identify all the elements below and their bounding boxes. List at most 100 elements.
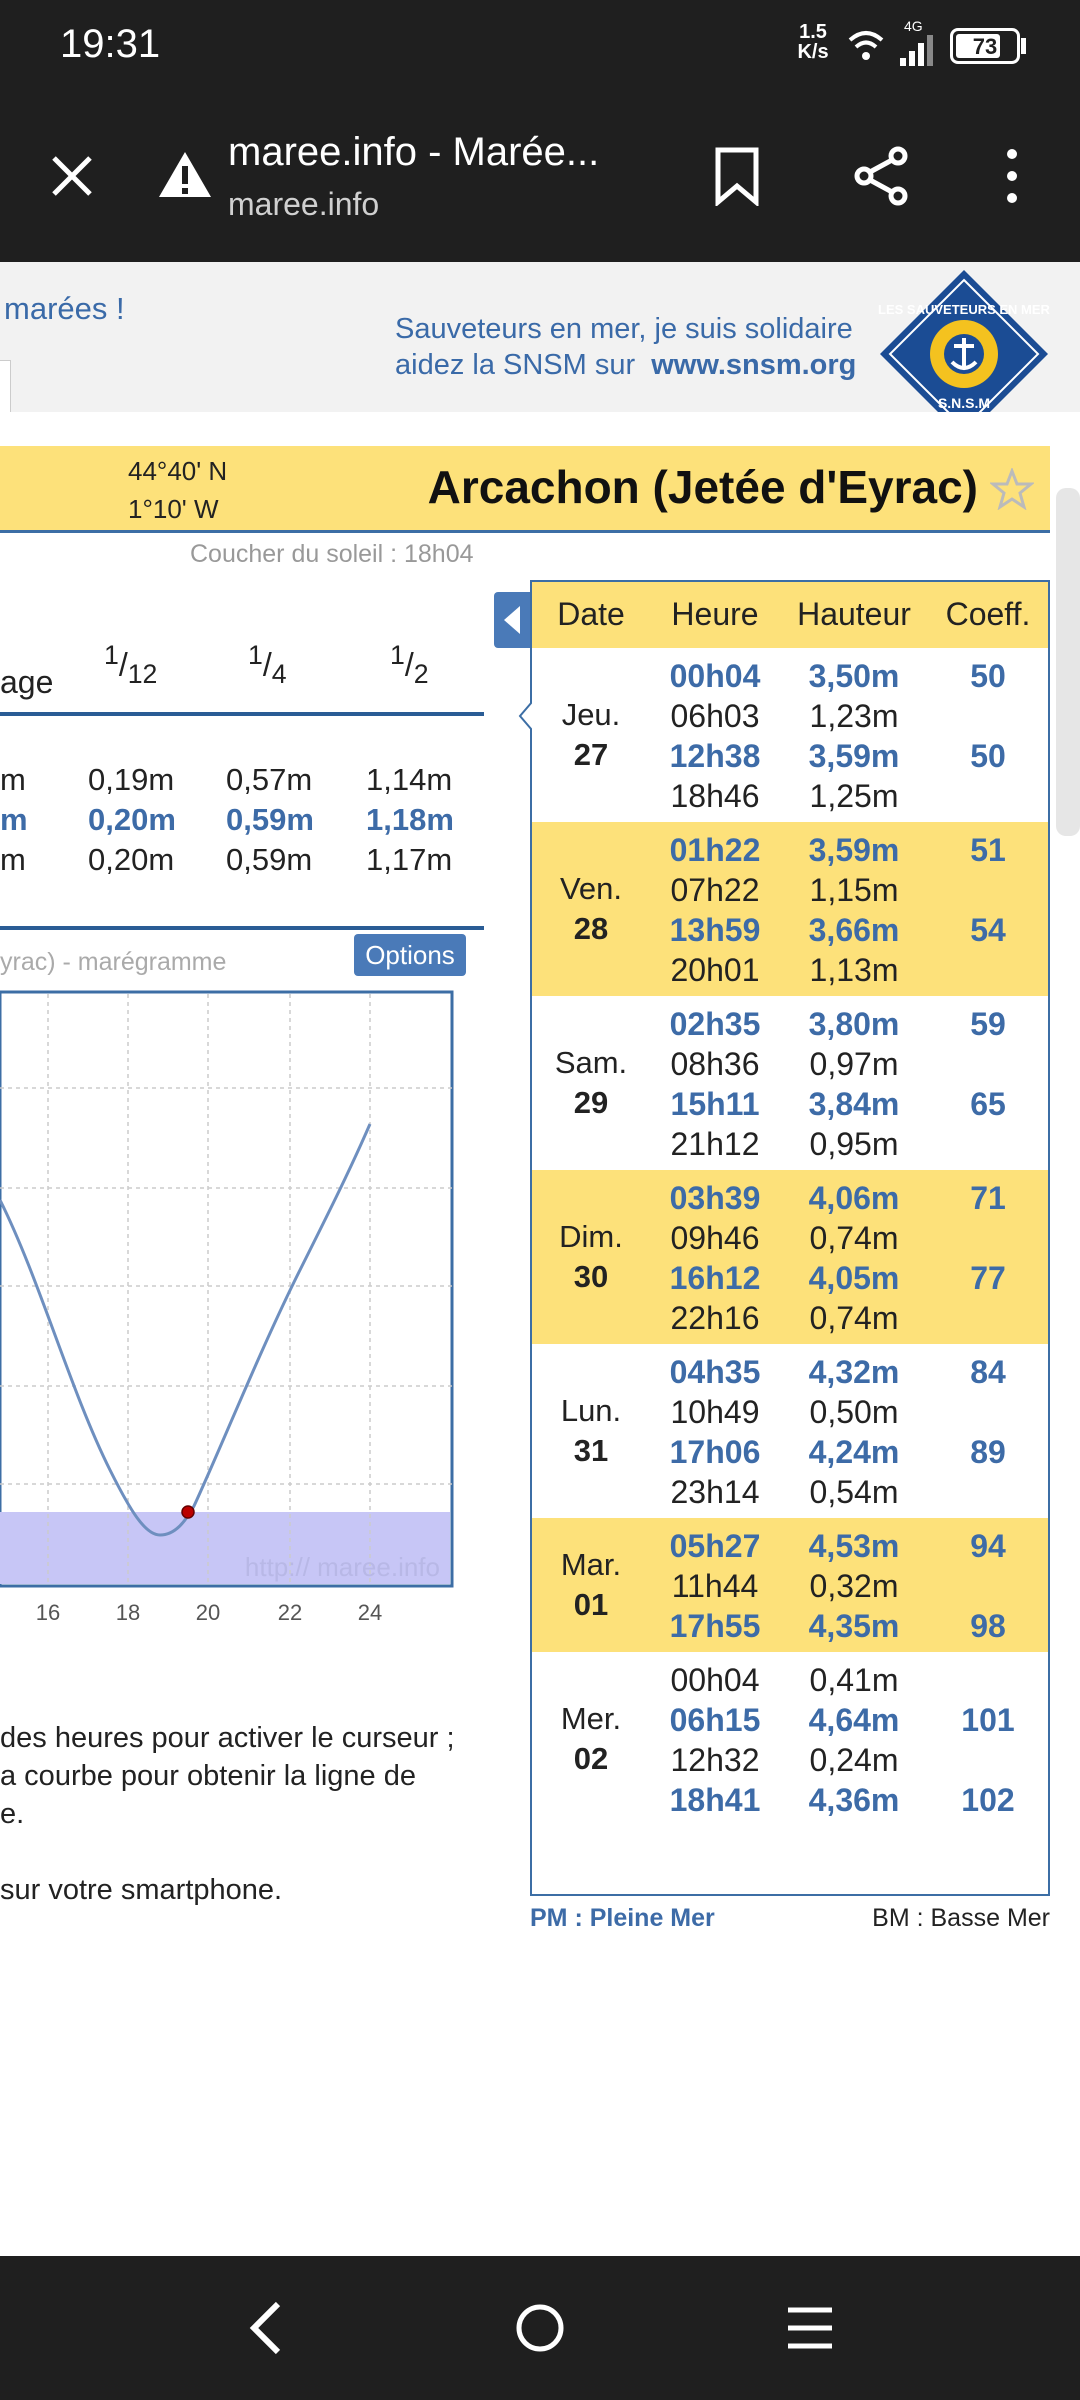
chart-frame: [0, 990, 454, 1588]
tide-time: 06h15: [669, 1702, 761, 1738]
banner-left-link[interactable]: marées !: [4, 290, 125, 328]
day-label: Jeu. 27: [561, 697, 621, 772]
bookmark-icon[interactable]: [714, 146, 760, 206]
instruction-line2: a courbe pour obtenir la ligne de: [0, 1760, 416, 1792]
tide-time: 23h14: [670, 1474, 760, 1510]
marnage-cell: 0,57m: [226, 762, 313, 797]
status-time: 19:31: [60, 22, 161, 66]
logo-text-top: LES SAUVETEURS EN MER: [878, 302, 1050, 317]
snsm-link[interactable]: www.snsm.org: [651, 349, 856, 381]
signal-icon: [900, 35, 933, 66]
marnage-cell: 0,20m: [88, 802, 176, 837]
page-scrollbar[interactable]: [1056, 488, 1080, 836]
favorite-star-icon[interactable]: [990, 468, 1034, 510]
frac-twelfth: 1/12: [104, 640, 158, 690]
header-heure: Heure: [671, 596, 759, 632]
day-block: Dim. 30 03h39 4,06m 71 09h46 0,74m 16h12 4,05m 77…: [532, 1170, 1048, 1344]
tide-coeff: 65: [970, 1086, 1006, 1122]
frac-half: 1/2: [390, 640, 429, 690]
marnage-table: m 0,19m 0,57m 1,14m m 0,20m 0,59m 1,18m m 0,20m 0,…: [0, 762, 484, 882]
tide-time: 07h22: [670, 872, 760, 908]
chart-title: yrac) - marégramme: [0, 948, 227, 976]
tide-coeff: 94: [970, 1528, 1006, 1564]
tide-height: 3,59m: [808, 832, 900, 868]
tide-table: Date Heure Hauteur Coeff. Jeu. 27 00h04 3,5…: [530, 580, 1050, 1896]
page-url[interactable]: maree.info: [228, 186, 379, 223]
tide-height: 4,53m: [808, 1528, 900, 1564]
tide-height: 0,74m: [809, 1300, 899, 1336]
warning-icon[interactable]: [156, 148, 214, 200]
x-axis-ticks: 16 18 20 22 24: [36, 1600, 382, 1625]
tide-height: 0,95m: [809, 1126, 899, 1162]
marnage-cell: m: [0, 842, 26, 877]
tide-time: 00h04: [669, 658, 761, 694]
tide-height: 1,15m: [809, 872, 899, 908]
close-tab-icon[interactable]: [48, 152, 96, 200]
instruction-line3: e.: [0, 1798, 25, 1830]
tide-time: 16h12: [669, 1260, 761, 1296]
snsm-line2: aidez la SNSM sur www.snsm.org: [395, 346, 856, 384]
location-header: 44°40' N 1°10' W Arcachon (Jetée d'Eyrac…: [0, 446, 1050, 533]
tide-time: 02h35: [669, 1006, 761, 1042]
frac-col0: age: [0, 664, 54, 700]
network-speed: 1.5 K/s: [790, 22, 836, 62]
speed-value: 1.5: [799, 21, 827, 43]
tide-chart[interactable]: http:// maree.info 16 18 20 22 24: [0, 990, 460, 1630]
tide-coeff: 50: [970, 738, 1006, 774]
tide-time: 21h12: [670, 1126, 760, 1162]
instruction-line1: des heures pour activer le curseur ;: [0, 1722, 455, 1754]
day-block: Jeu. 27 00h04 3,50m 50 06h03 1,23m 12h38 3,59m 50…: [532, 648, 1048, 822]
more-menu-icon[interactable]: [998, 146, 1026, 206]
tide-height: 4,64m: [808, 1702, 900, 1738]
page-title[interactable]: maree.info - Marée...: [228, 130, 599, 175]
battery-level: 73: [972, 34, 998, 59]
day-label: Dim. 30: [559, 1219, 623, 1294]
legend-bm: BM : Basse Mer: [872, 1904, 1050, 1932]
marnage-cell: m: [0, 802, 28, 837]
tide-coeff: 51: [970, 832, 1006, 868]
tide-height: 0,54m: [809, 1474, 899, 1510]
tide-time: 17h06: [669, 1434, 761, 1470]
tide-height: 0,97m: [809, 1046, 899, 1082]
day-block: Sam. 29 02h35 3,80m 59 08h36 0,97m 15h11 3,84m 65…: [532, 996, 1048, 1170]
marnage-cell: m: [0, 762, 26, 797]
tide-coeff: 98: [970, 1608, 1006, 1644]
pointer-notch: [518, 702, 532, 730]
tide-time: 11h44: [671, 1568, 759, 1604]
tide-time: 17h55: [669, 1608, 761, 1644]
snsm-line1: Sauveteurs en mer, je suis solidaire: [395, 313, 853, 345]
browser-toolbar: maree.info - Marée... maree.info: [0, 94, 1080, 262]
x-tick-label: 18: [116, 1600, 140, 1625]
tide-coeff: 77: [970, 1260, 1006, 1296]
x-tick-label: 20: [196, 1600, 220, 1625]
tide-time: 20h01: [670, 952, 760, 988]
tide-coeff: 59: [970, 1006, 1006, 1042]
tide-time: 06h03: [670, 698, 760, 734]
back-icon[interactable]: [246, 2300, 286, 2356]
day-label: Mer. 02: [560, 1701, 622, 1776]
share-icon[interactable]: [852, 146, 912, 206]
tide-coeff: 71: [970, 1180, 1006, 1216]
station-name: Arcachon (Jetée d'Eyrac): [427, 461, 978, 513]
android-nav-bar: [0, 2256, 1080, 2400]
options-button[interactable]: Options: [354, 934, 466, 976]
tide-coeff: 89: [970, 1434, 1006, 1470]
x-tick-label: 22: [278, 1600, 302, 1625]
instruction-line4: sur votre smartphone.: [0, 1874, 283, 1906]
current-time-marker[interactable]: [181, 1505, 195, 1519]
marnage-cell: 0,59m: [226, 802, 314, 837]
marnage-cell: 1,17m: [366, 842, 453, 877]
tide-height: 1,25m: [809, 778, 899, 814]
day-label: Sam. 29: [554, 1045, 628, 1120]
chart-watermark: http:// maree.info: [245, 1552, 440, 1582]
frac-quarter: 1/4: [248, 640, 287, 690]
recents-icon[interactable]: [784, 2304, 836, 2352]
tide-height: 0,74m: [809, 1220, 899, 1256]
tide-height: 3,66m: [808, 912, 900, 948]
home-icon[interactable]: [514, 2300, 566, 2356]
snsm-prefix: aidez la SNSM sur: [395, 349, 636, 381]
tide-coeff: 102: [961, 1782, 1015, 1818]
collapse-table-button[interactable]: [494, 592, 530, 648]
header-coeff: Coeff.: [945, 596, 1031, 632]
tide-coeff: 84: [970, 1354, 1006, 1390]
